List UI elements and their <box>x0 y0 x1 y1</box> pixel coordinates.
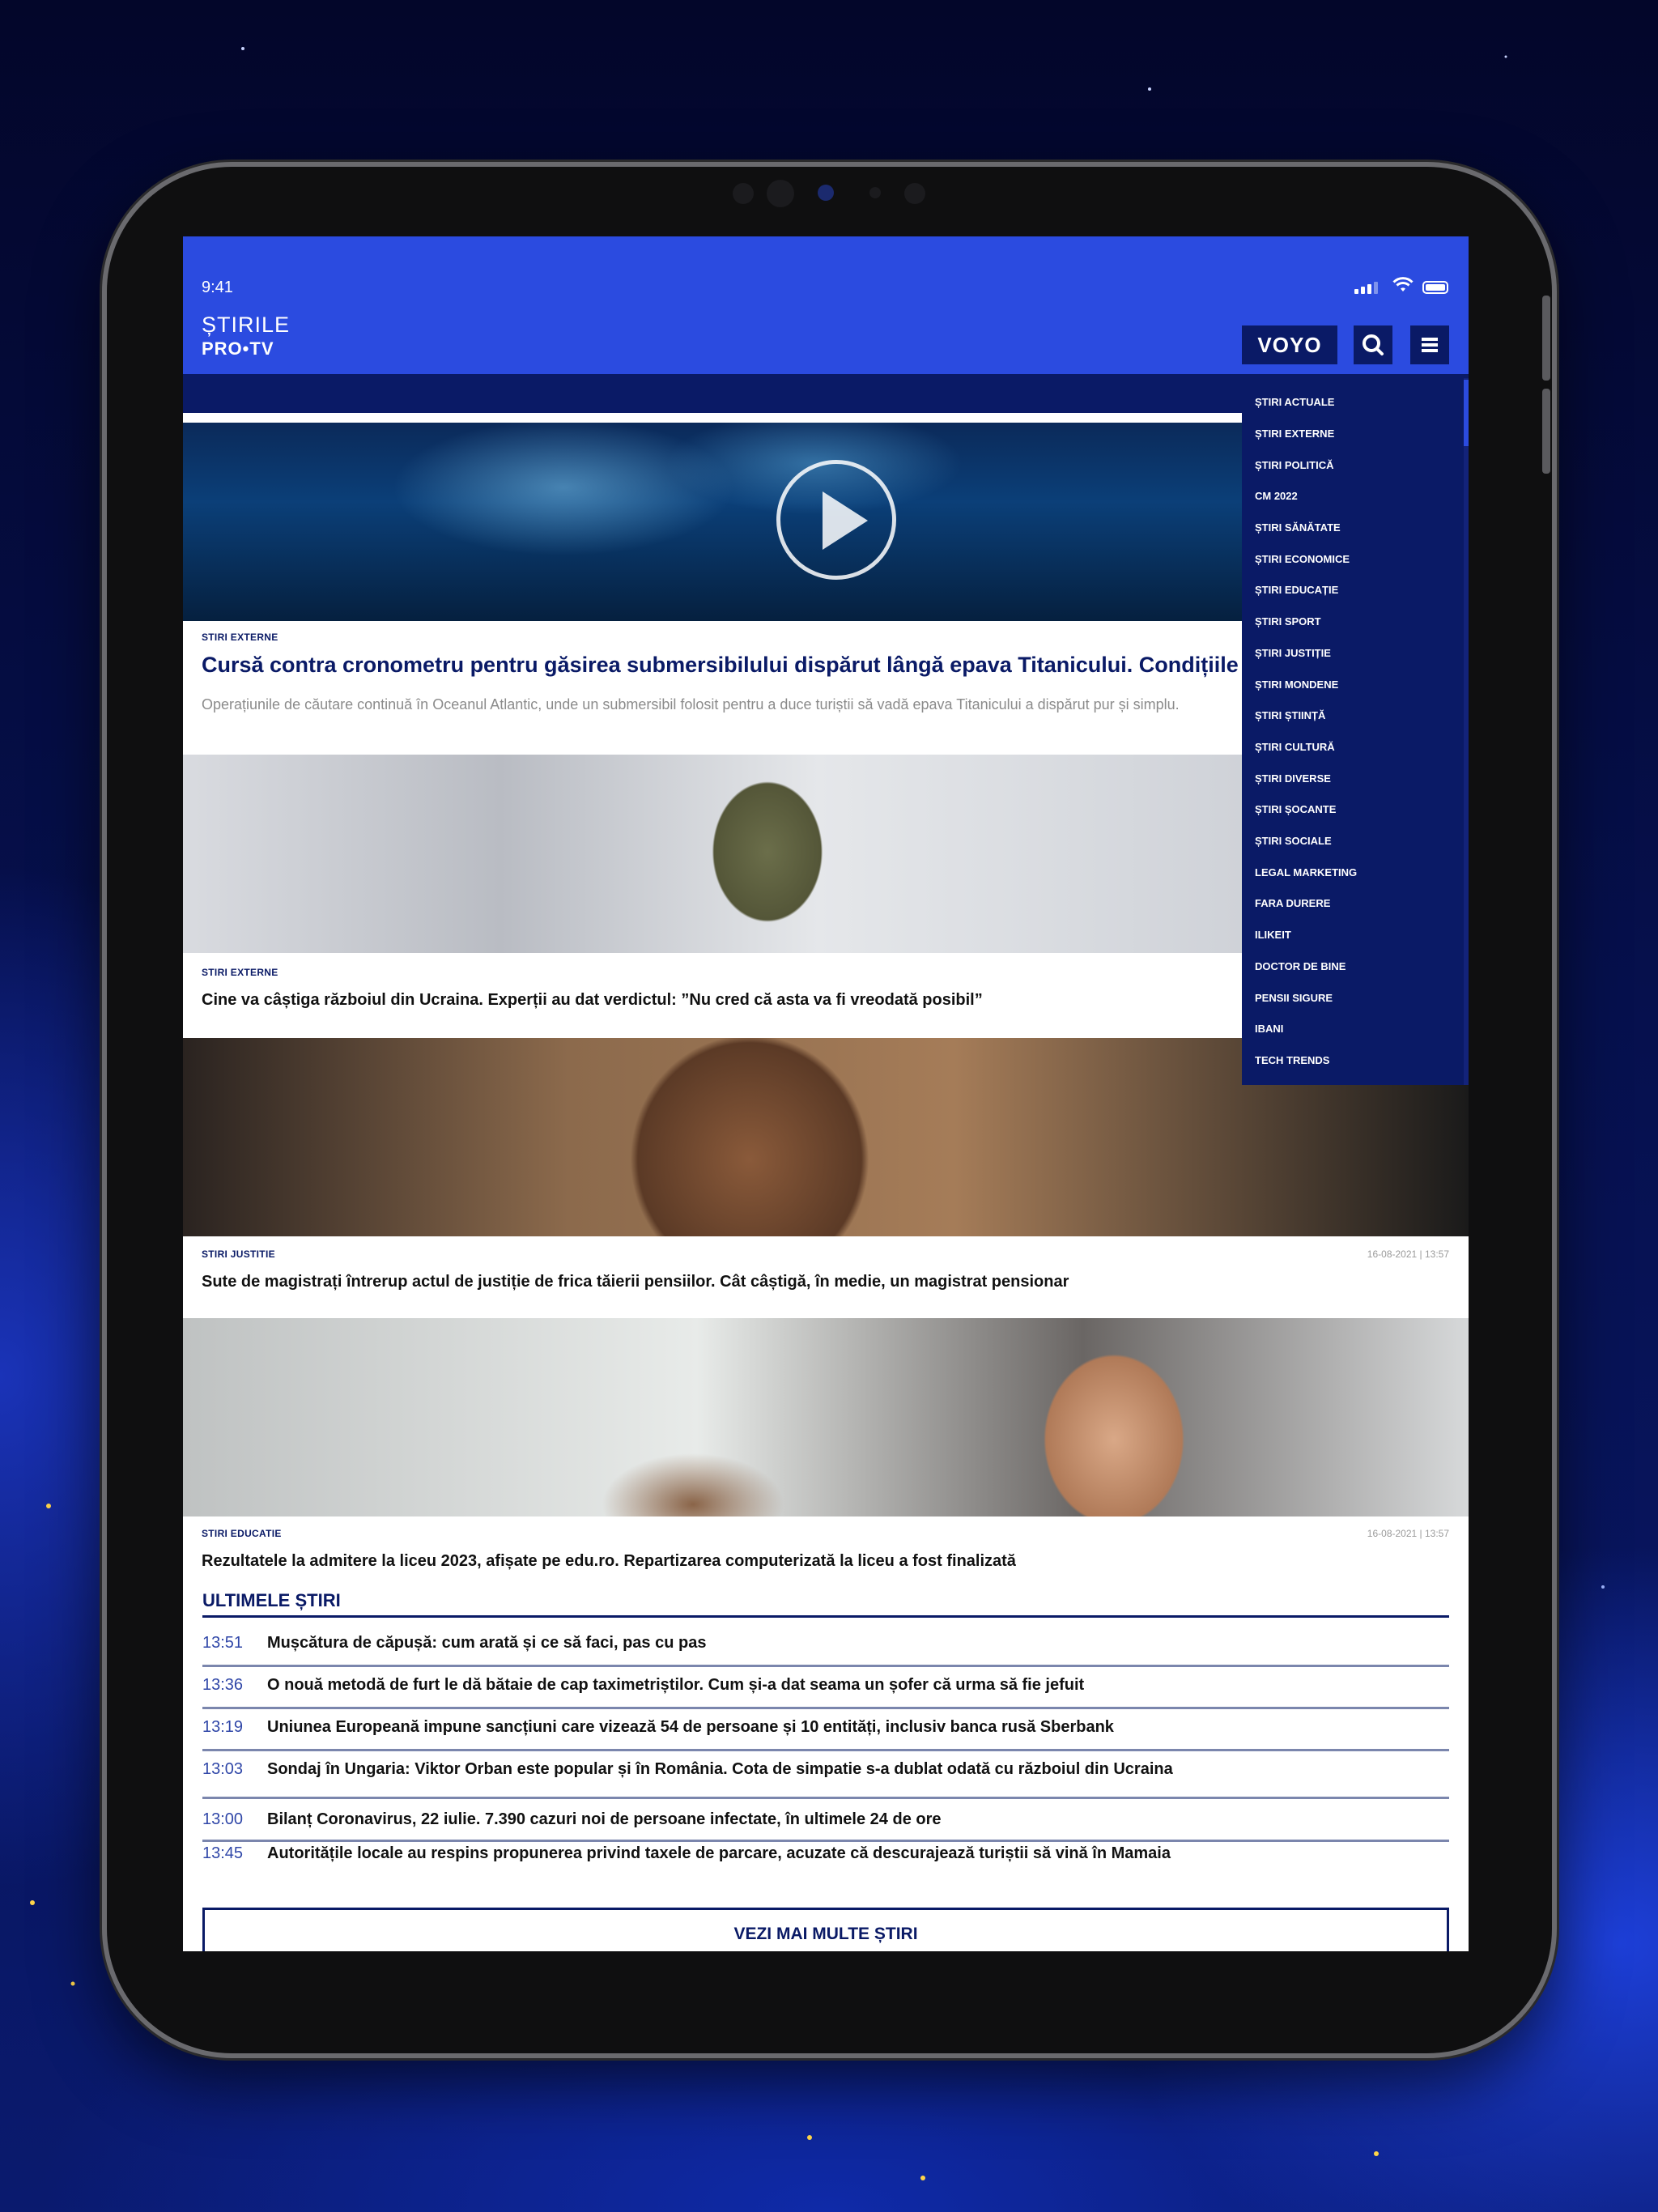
article-summary: Operațiunile de căutare continuă în Ocea… <box>202 696 1180 713</box>
divider <box>202 1707 1449 1709</box>
article-date: 16-08-2021 | 13:57 <box>1367 1528 1449 1539</box>
cellular-signal-icon <box>1354 282 1378 294</box>
see-more-news-button[interactable]: VEZI MAI MULTE ȘTIRI <box>202 1908 1449 1951</box>
volume-button <box>1542 389 1550 474</box>
divider <box>202 1665 1449 1667</box>
news-title[interactable]: Bilanț Coronavirus, 22 iulie. 7.390 cazu… <box>267 1810 942 1829</box>
menu-item[interactable]: ȘTIRI SĂNĂTATE <box>1255 521 1341 534</box>
menu-item[interactable]: ȘTIRI CULTURĂ <box>1255 741 1335 753</box>
article-title[interactable]: Cursă contra cronometru pentru găsirea s… <box>202 653 1242 678</box>
menu-item[interactable]: ȘTIRI SPORT <box>1255 615 1321 627</box>
menu-item[interactable]: ȘTIRI ȘOCANTE <box>1255 803 1336 815</box>
menu-item[interactable]: FARA DURERE <box>1255 897 1330 909</box>
news-time: 13:19 <box>202 1718 244 1736</box>
article-category[interactable]: STIRI EXTERNE <box>202 632 278 643</box>
article-image[interactable] <box>183 1318 1469 1516</box>
status-bar: 9:41 <box>183 236 1469 308</box>
news-title[interactable]: Mușcătura de căpușă: cum arată și ce să … <box>267 1634 706 1653</box>
sensor-icon <box>767 180 794 207</box>
menu-item[interactable]: ȘTIRI ECONOMICE <box>1255 553 1350 565</box>
divider <box>202 1840 1449 1842</box>
camera-lens-icon <box>818 185 834 201</box>
menu-item[interactable]: ȘTIRI ȘTIINȚĂ <box>1255 709 1325 721</box>
menu-scrollbar-thumb[interactable] <box>1464 380 1469 446</box>
menu-item[interactable]: ILIKEIT <box>1255 929 1291 941</box>
logo-text-stirile: ȘTIRILE <box>202 313 291 337</box>
article-image[interactable] <box>183 755 1242 953</box>
divider <box>202 1615 1449 1618</box>
article-date: 16-08-2021 | 13:57 <box>1367 1249 1449 1260</box>
menu-item[interactable]: ȘTIRI SOCIALE <box>1255 835 1332 847</box>
news-time: 13:03 <box>202 1760 244 1778</box>
menu-item[interactable]: TECH TRENDS <box>1255 1054 1329 1066</box>
battery-icon <box>1422 281 1448 294</box>
sensor-icon <box>904 183 925 204</box>
menu-item[interactable]: ȘTIRI DIVERSE <box>1255 772 1331 785</box>
menu-item[interactable]: PENSII SIGURE <box>1255 992 1333 1004</box>
menu-button[interactable] <box>1410 325 1449 364</box>
status-time: 9:41 <box>202 279 233 296</box>
news-title[interactable]: Uniunea Europeană impune sancțiuni care … <box>267 1718 1114 1737</box>
news-title[interactable]: O nouă metodă de furt le dă bătaie de ca… <box>267 1676 1084 1695</box>
menu-item[interactable]: ȘTIRI JUSTIȚIE <box>1255 647 1331 659</box>
news-time: 13:51 <box>202 1634 244 1652</box>
divider <box>202 1749 1449 1751</box>
app-screen: 9:41 ȘTIRILE PRO•TV VOYO STIRI EXTERNE C… <box>183 236 1469 1951</box>
menu-item[interactable]: DOCTOR DE BINE <box>1255 960 1346 972</box>
search-icon <box>1363 334 1384 355</box>
play-icon[interactable] <box>776 460 896 580</box>
article-category[interactable]: STIRI EDUCATIE <box>202 1528 282 1539</box>
news-title[interactable]: Autoritățile locale au respins propunere… <box>267 1844 1171 1863</box>
article-title[interactable]: Rezultatele la admitere la liceu 2023, a… <box>202 1552 1016 1571</box>
news-time: 13:36 <box>202 1676 244 1694</box>
app-header: ȘTIRILE PRO•TV VOYO <box>183 308 1469 374</box>
front-camera-icon <box>733 183 754 204</box>
volume-button <box>1542 296 1550 381</box>
category-menu: ȘTIRI ACTUALE ȘTIRI EXTERNE ȘTIRI POLITI… <box>1242 378 1469 1085</box>
divider <box>183 415 1242 423</box>
logo-text-protv: PRO•TV <box>202 338 274 359</box>
latest-news-heading: ULTIMELE ȘTIRI <box>202 1590 341 1610</box>
news-time: 13:45 <box>202 1844 244 1862</box>
menu-item[interactable]: LEGAL MARKETING <box>1255 866 1357 878</box>
article-image-video[interactable] <box>183 423 1242 621</box>
hamburger-icon <box>1422 338 1438 352</box>
sensor-icon <box>869 187 881 198</box>
article-title[interactable]: Cine va câștiga războiul din Ucraina. Ex… <box>202 991 983 1010</box>
news-title[interactable]: Sondaj în Ungaria: Viktor Orban este pop… <box>267 1760 1173 1779</box>
menu-item[interactable]: ȘTIRI EDUCAȚIE <box>1255 584 1338 596</box>
search-button[interactable] <box>1354 325 1392 364</box>
menu-item[interactable]: ȘTIRI EXTERNE <box>1255 428 1334 440</box>
divider <box>202 1797 1449 1799</box>
article-category[interactable]: STIRI EXTERNE <box>202 967 278 978</box>
article-category[interactable]: STIRI JUSTITIE <box>202 1249 275 1260</box>
menu-item[interactable]: IBANI <box>1255 1023 1283 1035</box>
menu-item[interactable]: ȘTIRI ACTUALE <box>1255 396 1334 408</box>
menu-item[interactable]: ȘTIRI MONDENE <box>1255 678 1338 691</box>
menu-item[interactable]: ȘTIRI POLITICĂ <box>1255 459 1334 471</box>
news-time: 13:00 <box>202 1810 244 1828</box>
wifi-icon <box>1392 277 1414 291</box>
article-title[interactable]: Sute de magistrați întrerup actul de jus… <box>202 1273 1069 1291</box>
menu-scrollbar[interactable] <box>1464 378 1469 1085</box>
voyo-button[interactable]: VOYO <box>1242 325 1337 364</box>
menu-item[interactable]: CM 2022 <box>1255 490 1298 502</box>
